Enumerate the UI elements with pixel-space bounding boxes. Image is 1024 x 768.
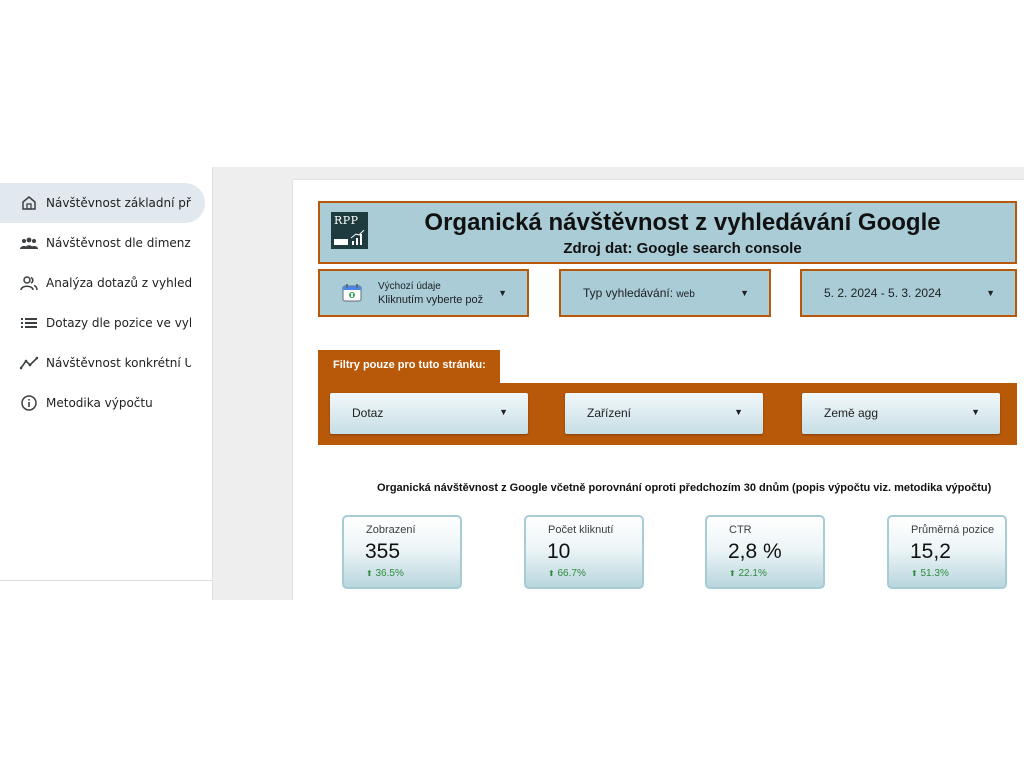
scorecard-label: Počet kliknutí [548,524,614,536]
ctr-scorecard: CTR 2,8 % ⬆ 22.1% [705,515,825,589]
sidebar-item-label: Analýza dotazů z vyhled… [46,276,191,290]
country-filter-label: Země agg [824,406,879,420]
page-title: Organická návštěvnost z vyhledávání Goog… [424,209,941,236]
sidebar-item-basic-traffic[interactable]: Návštěvnost základní př… [0,183,205,223]
arrow-up-icon: ⬆ [729,569,736,578]
scorecard-label: Průměrná pozice [911,524,995,536]
sidebar-item-methodology[interactable]: Metodika výpočtu [0,383,205,423]
sidebar-item-label: Metodika výpočtu [46,396,153,410]
data-source-control[interactable]: Výchozí údaje Kliknutím vyberte pož ▼ [318,269,529,317]
data-source-label: Výchozí údaje [378,281,441,292]
report-page: RPP Organická návštěvnost z vyhledávání … [293,180,1024,600]
summary-title: Organická návštěvnost z Google včetně po… [377,482,992,494]
scorecard-delta: ⬆ 22.1% [729,568,767,579]
chevron-down-icon: ▼ [499,407,508,417]
app-viewport: Návštěvnost základní př… Návštěvnost dle… [0,167,1024,600]
chevron-down-icon: ▼ [498,288,507,298]
chevron-down-icon: ▼ [971,407,980,417]
search-type-value: web [676,289,695,300]
scorecard-label: CTR [729,524,752,536]
filter-band: Dotaz ▼ Zařízení ▼ Země agg ▼ [318,383,1017,445]
sidebar-item-label: Dotazy dle pozice ve vyh… [46,316,191,330]
search-type-control[interactable]: Typ vyhledávání: web ▼ [559,269,771,317]
query-filter-dropdown[interactable]: Dotaz ▼ [330,393,528,434]
avg-position-scorecard: Průměrná pozice 15,2 ⬆ 51.3% [887,515,1007,589]
sidebar-item-label: Návštěvnost základní př… [46,196,191,210]
impressions-scorecard: Zobrazení 355 ⬆ 36.5% [342,515,462,589]
list-icon [20,314,38,332]
scorecard-label: Zobrazení [366,524,416,536]
sidebar-item-label: Návštěvnost konkrétní U… [46,356,191,370]
people-group-icon [20,234,38,252]
sidebar-item-url-traffic[interactable]: Návštěvnost konkrétní U… [0,343,205,383]
filter-tab-label: Filtry pouze pro tuto stránku: [318,350,500,383]
chevron-down-icon: ▼ [734,407,743,417]
home-icon [20,194,38,212]
scorecard-value: 10 [547,540,571,563]
info-icon [20,394,38,412]
scorecard-value: 2,8 % [728,540,782,563]
sidebar: Návštěvnost základní př… Návštěvnost dle… [0,167,212,600]
date-range-value: 5. 2. 2024 - 5. 3. 2024 [824,286,942,300]
sidebar-divider [0,580,212,581]
sidebar-item-query-analysis[interactable]: Analýza dotazů z vyhled… [0,263,205,303]
page-subtitle: Zdroj dat: Google search console [563,240,802,257]
scorecard-value: 15,2 [910,540,951,563]
country-filter-dropdown[interactable]: Země agg ▼ [802,393,1000,434]
date-range-control[interactable]: 5. 2. 2024 - 5. 3. 2024 ▼ [800,269,1017,317]
clicks-scorecard: Počet kliknutí 10 ⬆ 66.7% [524,515,644,589]
scorecard-delta: ⬆ 66.7% [548,568,586,579]
sidebar-item-dimensions[interactable]: Návštěvnost dle dimenzí [0,223,205,263]
scorecard-delta: ⬆ 51.3% [911,568,949,579]
people-icon [20,274,38,292]
arrow-up-icon: ⬆ [548,569,555,578]
report-header: RPP Organická návštěvnost z vyhledávání … [318,201,1017,264]
scorecard-value: 355 [365,540,401,563]
scorecard-delta: ⬆ 36.5% [366,568,404,579]
calendar-data-icon [342,284,362,302]
arrow-up-icon: ⬆ [366,569,373,578]
chevron-down-icon: ▼ [986,288,995,298]
data-source-value: Kliknutím vyberte pož [378,294,484,306]
search-type-text: Typ vyhledávání: web [583,286,695,300]
trend-line-icon [20,354,38,372]
device-filter-label: Zařízení [587,406,632,420]
device-filter-dropdown[interactable]: Zařízení ▼ [565,393,763,434]
search-type-label: Typ vyhledávání: [583,286,674,300]
chevron-down-icon: ▼ [740,288,749,298]
sidebar-item-label: Návštěvnost dle dimenzí [46,236,191,250]
arrow-up-icon: ⬆ [911,569,918,578]
sidebar-item-queries-by-position[interactable]: Dotazy dle pozice ve vyh… [0,303,205,343]
query-filter-label: Dotaz [352,406,384,420]
